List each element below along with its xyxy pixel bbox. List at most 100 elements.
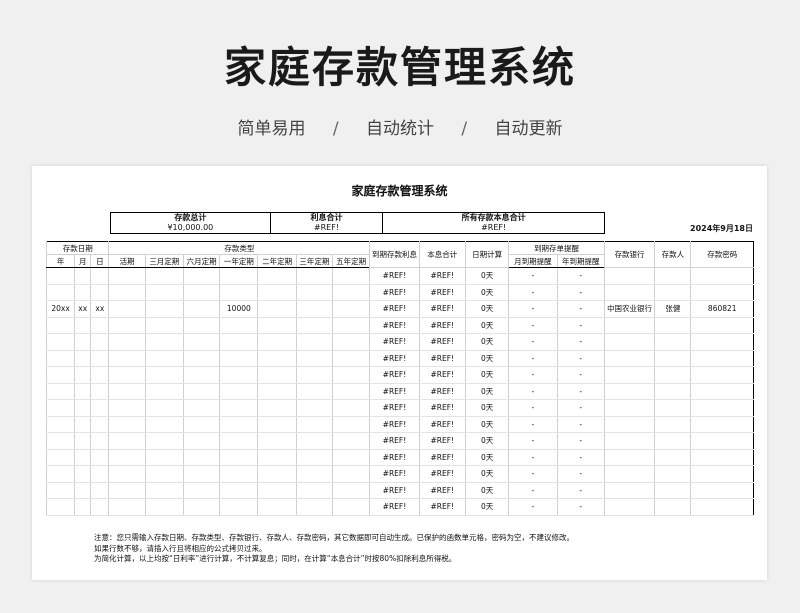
table-cell[interactable]: 0天	[464, 267, 509, 285]
table-cell[interactable]	[108, 267, 146, 285]
table-cell[interactable]: -	[508, 465, 558, 483]
table-cell[interactable]	[90, 267, 109, 285]
table-cell[interactable]	[144, 383, 184, 400]
table-cell[interactable]	[108, 482, 146, 499]
table-cell[interactable]	[331, 432, 370, 450]
table-cell[interactable]	[654, 416, 691, 433]
table-cell[interactable]: #REF!	[418, 383, 466, 400]
table-cell[interactable]: #REF!	[369, 267, 420, 285]
table-cell[interactable]: -	[556, 449, 605, 466]
table-cell[interactable]	[90, 432, 109, 450]
table-cell[interactable]: #REF!	[418, 416, 466, 433]
table-cell[interactable]: -	[556, 432, 605, 450]
table-cell[interactable]: #REF!	[418, 432, 466, 450]
table-cell[interactable]	[690, 449, 754, 466]
table-cell[interactable]	[74, 350, 91, 367]
table-cell[interactable]: #REF!	[369, 498, 420, 516]
table-cell[interactable]	[654, 284, 691, 301]
table-cell[interactable]: -	[556, 482, 605, 499]
table-cell[interactable]	[182, 498, 220, 516]
table-cell[interactable]	[257, 284, 297, 301]
table-cell[interactable]: #REF!	[418, 267, 466, 285]
table-cell[interactable]	[108, 416, 146, 433]
table-cell[interactable]: 0天	[464, 449, 509, 466]
table-cell[interactable]	[219, 267, 258, 285]
table-cell[interactable]: 0天	[464, 284, 509, 301]
table-cell[interactable]	[108, 432, 146, 450]
table-cell[interactable]	[182, 284, 220, 301]
table-cell[interactable]	[45, 284, 75, 301]
table-cell[interactable]	[219, 432, 258, 450]
table-cell[interactable]: #REF!	[369, 317, 420, 334]
table-cell[interactable]	[654, 333, 691, 351]
table-cell[interactable]: #REF!	[369, 399, 420, 417]
table-cell[interactable]	[182, 482, 220, 499]
table-cell[interactable]: #REF!	[418, 498, 466, 516]
table-cell[interactable]	[108, 383, 146, 400]
table-cell[interactable]	[603, 333, 655, 351]
table-cell[interactable]	[219, 383, 258, 400]
table-cell[interactable]	[603, 482, 655, 499]
table-cell[interactable]	[295, 498, 333, 516]
table-cell[interactable]	[144, 350, 184, 367]
table-cell[interactable]	[45, 449, 75, 466]
table-cell[interactable]	[108, 465, 146, 483]
table-cell[interactable]	[257, 449, 297, 466]
table-cell[interactable]	[295, 317, 333, 334]
table-cell[interactable]	[90, 350, 109, 367]
table-cell[interactable]	[219, 350, 258, 367]
table-cell[interactable]	[45, 366, 75, 384]
table-cell[interactable]: #REF!	[418, 399, 466, 417]
table-cell[interactable]: 0天	[464, 432, 509, 450]
table-cell[interactable]	[257, 300, 297, 318]
table-cell[interactable]: -	[556, 399, 605, 417]
table-cell[interactable]	[182, 366, 220, 384]
table-cell[interactable]: -	[556, 267, 605, 285]
table-cell[interactable]	[74, 366, 91, 384]
table-cell[interactable]: #REF!	[369, 333, 420, 351]
table-cell[interactable]	[90, 498, 109, 516]
table-cell[interactable]: 0天	[464, 465, 509, 483]
table-cell[interactable]: #REF!	[369, 416, 420, 433]
table-cell[interactable]	[45, 482, 75, 499]
table-cell[interactable]: -	[508, 449, 558, 466]
table-cell[interactable]	[690, 399, 754, 417]
table-cell[interactable]	[331, 300, 370, 318]
table-cell[interactable]	[108, 498, 146, 516]
table-cell[interactable]	[654, 366, 691, 384]
table-cell[interactable]	[654, 317, 691, 334]
table-cell[interactable]	[690, 366, 754, 384]
table-cell[interactable]	[144, 482, 184, 499]
table-cell[interactable]	[690, 383, 754, 400]
table-cell[interactable]	[108, 449, 146, 466]
table-cell[interactable]: xx	[74, 300, 91, 318]
table-cell[interactable]	[295, 366, 333, 384]
table-cell[interactable]: #REF!	[418, 465, 466, 483]
table-cell[interactable]	[74, 284, 91, 301]
table-cell[interactable]	[182, 350, 220, 367]
table-cell[interactable]	[90, 317, 109, 334]
table-cell[interactable]: #REF!	[418, 284, 466, 301]
table-cell[interactable]	[654, 432, 691, 450]
table-cell[interactable]	[295, 399, 333, 417]
table-cell[interactable]: -	[508, 482, 558, 499]
table-cell[interactable]	[331, 399, 370, 417]
table-cell[interactable]	[603, 465, 655, 483]
table-cell[interactable]: #REF!	[369, 449, 420, 466]
table-cell[interactable]	[182, 383, 220, 400]
table-cell[interactable]	[331, 416, 370, 433]
table-cell[interactable]	[654, 267, 691, 285]
table-cell[interactable]: 0天	[464, 399, 509, 417]
table-cell[interactable]	[603, 317, 655, 334]
table-cell[interactable]	[219, 333, 258, 351]
table-cell[interactable]	[257, 465, 297, 483]
table-cell[interactable]	[90, 482, 109, 499]
table-cell[interactable]	[257, 317, 297, 334]
table-cell[interactable]	[182, 449, 220, 466]
table-cell[interactable]	[108, 399, 146, 417]
table-cell[interactable]	[144, 333, 184, 351]
table-cell[interactable]	[257, 366, 297, 384]
table-cell[interactable]: 0天	[464, 333, 509, 351]
table-cell[interactable]	[182, 432, 220, 450]
table-cell[interactable]: #REF!	[418, 449, 466, 466]
